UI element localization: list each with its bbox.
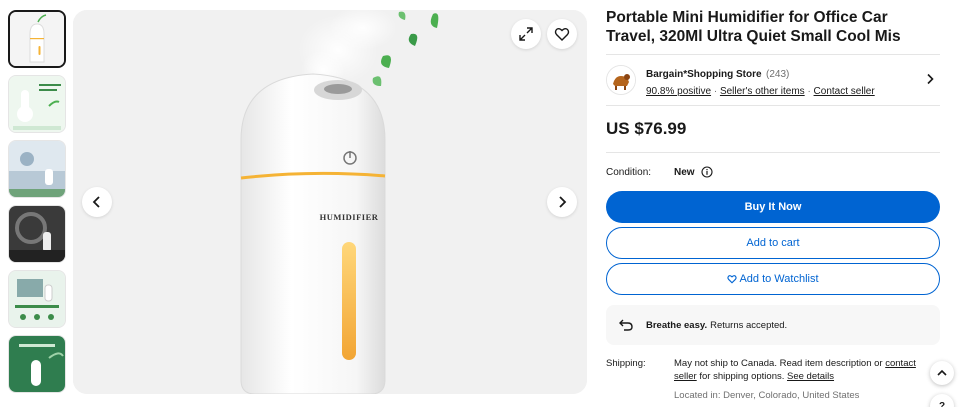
seller-positive-link[interactable]: 90.8% positive [646, 86, 711, 97]
return-arrow-icon [619, 319, 633, 331]
returns-text: Returns accepted. [710, 319, 788, 331]
heart-icon [554, 28, 570, 41]
watchlist-label: Add to Watchlist [739, 273, 819, 285]
main-image-gallery[interactable]: HUMIDIFIER [73, 10, 587, 394]
seller-name[interactable]: Bargain*Shopping Store [646, 69, 762, 80]
buy-it-now-button[interactable]: Buy It Now [606, 191, 940, 223]
watchlist-heart-button[interactable] [547, 19, 577, 49]
next-image-button[interactable] [547, 187, 577, 217]
help-icon: ? [938, 400, 946, 407]
scroll-to-top-button[interactable] [930, 361, 954, 385]
seller-other-items-link[interactable]: Seller's other items [720, 86, 805, 97]
add-to-cart-button[interactable]: Add to cart [606, 227, 940, 259]
thumb-office-scene[interactable] [8, 270, 66, 328]
chevron-right-icon[interactable] [924, 73, 936, 85]
previous-image-button[interactable] [82, 187, 112, 217]
item-price: US $76.99 [606, 119, 687, 138]
seller-avatar[interactable] [606, 65, 636, 95]
shipping-text-2: for shipping options. [696, 371, 788, 382]
returns-banner: Breathe easy. Returns accepted. [606, 305, 940, 345]
thumb-bedroom-scene[interactable] [8, 140, 66, 198]
product-body-label: HUMIDIFIER [320, 212, 379, 222]
humidifier-main-image: HUMIDIFIER [73, 10, 587, 394]
item-location: Located in: Denver, Colorado, United Sta… [674, 390, 860, 401]
add-to-watchlist-button[interactable]: Add to Watchlist [606, 263, 940, 295]
condition-value: New [674, 166, 695, 178]
shipping-text-1: May not ship to Canada. Read item descri… [674, 358, 886, 369]
product-page: HUMIDIFIER Portable Mini Humidifier for … [0, 0, 960, 407]
item-title: Portable Mini Humidifier for Office Car … [606, 9, 901, 45]
heart-icon [727, 275, 738, 284]
thumbnail-strip [8, 10, 68, 402]
contact-seller-link[interactable]: Contact seller [814, 86, 875, 97]
chevron-right-icon [559, 196, 567, 208]
chevron-left-icon [92, 196, 100, 208]
seller-card[interactable]: Bargain*Shopping Store (243) 90.8% posit… [606, 55, 940, 105]
condition-row: Condition: New [606, 153, 940, 191]
item-details: Portable Mini Humidifier for Office Car … [606, 8, 940, 402]
thumb-humidifier-white[interactable] [8, 10, 66, 68]
expand-button[interactable] [511, 19, 541, 49]
shipping-row: Shipping: May not ship to Canada. Read i… [606, 357, 940, 402]
chevron-up-icon [937, 369, 947, 376]
thumb-green-promo[interactable] [8, 335, 66, 393]
shipping-label: Shipping: [606, 358, 646, 369]
returns-bold: Breathe easy. [646, 319, 708, 331]
see-details-link[interactable]: See details [787, 371, 834, 382]
seller-feedback-count: (243) [766, 68, 790, 80]
thumb-features-infographic[interactable] [8, 75, 66, 133]
thumb-car-scene[interactable] [8, 205, 66, 263]
help-button[interactable]: ? [930, 394, 954, 407]
condition-label: Condition: [606, 166, 652, 178]
info-icon[interactable] [701, 166, 713, 178]
expand-icon [519, 27, 533, 41]
